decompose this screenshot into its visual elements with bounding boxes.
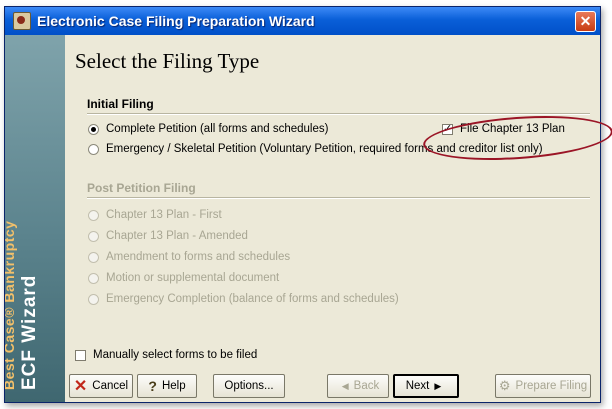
radio-complete-petition[interactable]: Complete Petition (all forms and schedul… [88,123,328,135]
prepare-filing-label: Prepare Filing [515,380,588,392]
radio-button[interactable] [88,143,99,155]
page-title: Select the Filing Type [75,49,260,73]
cancel-label: Cancel [92,380,129,392]
wizard-window: Electronic Case Filing Preparation Wizar… [4,6,612,403]
initial-filing-label: Initial Filing [87,97,154,111]
initial-filing-divider [87,113,590,115]
cancel-x-icon: ✕ [73,378,88,395]
radio-emergency-completion[interactable]: Emergency Completion (balance of forms a… [88,293,399,305]
post-petition-divider [87,197,590,199]
arrow-left-icon: ◀ [341,380,349,391]
radio-chapter13-first[interactable]: Chapter 13 Plan - First [88,209,222,221]
help-icon: ? [148,378,157,394]
window-title: Electronic Case Filing Preparation Wizar… [37,13,315,29]
radio-button[interactable] [88,251,99,263]
manually-select-forms-checkbox[interactable]: Manually select forms to be filed [75,349,257,361]
radio-motion-supplemental[interactable]: Motion or supplemental document [88,272,279,284]
sidebar-brand-text: Best Case® Bankruptcy [5,220,17,390]
checkbox-label: Manually select forms to be filed [93,349,258,361]
options-button[interactable]: Options... [213,374,285,398]
sidebar-product-text: ECF Wizard [19,274,40,390]
radio-button[interactable] [88,272,99,284]
app-icon [13,12,31,30]
back-button[interactable]: ◀ Back [327,374,389,398]
radio-label: Emergency Completion (balance of forms a… [106,293,399,305]
gear-icon: ⚙ [498,378,511,393]
radio-amendment[interactable]: Amendment to forms and schedules [88,251,290,263]
close-button[interactable]: ✕ [575,10,596,32]
wizard-content: Select the Filing Type Initial Filing Co… [65,35,612,402]
next-label: Next [405,380,430,392]
radio-label: Motion or supplemental document [106,272,280,284]
cancel-button[interactable]: ✕ Cancel [69,374,133,398]
help-button[interactable]: ? Help [137,374,197,398]
options-label: Options... [224,380,274,392]
prepare-filing-button[interactable]: ⚙ Prepare Filing [495,374,591,398]
radio-label: Chapter 13 Plan - First [106,209,222,221]
radio-label: Complete Petition (all forms and schedul… [106,123,329,135]
radio-button[interactable] [88,123,99,135]
post-petition-filing-label: Post Petition Filing [87,181,196,195]
radio-button[interactable] [88,293,99,305]
title-bar: Electronic Case Filing Preparation Wizar… [5,7,600,35]
checkbox-box[interactable] [75,349,86,361]
highlight-annotation [421,110,612,166]
radio-label: Amendment to forms and schedules [106,251,291,263]
next-button[interactable]: Next ▶ [393,374,459,398]
back-label: Back [353,380,380,392]
radio-label: Chapter 13 Plan - Amended [106,230,248,242]
help-label: Help [161,380,186,392]
button-bar: ✕ Cancel ? Help Options... ◀ Back Next ▶… [65,368,600,402]
radio-button[interactable] [88,209,99,221]
arrow-right-icon: ▶ [434,380,442,391]
radio-chapter13-amended[interactable]: Chapter 13 Plan - Amended [88,230,248,242]
radio-button[interactable] [88,230,99,242]
sidebar-banner: Best Case® Bankruptcy ECF Wizard [5,35,65,402]
